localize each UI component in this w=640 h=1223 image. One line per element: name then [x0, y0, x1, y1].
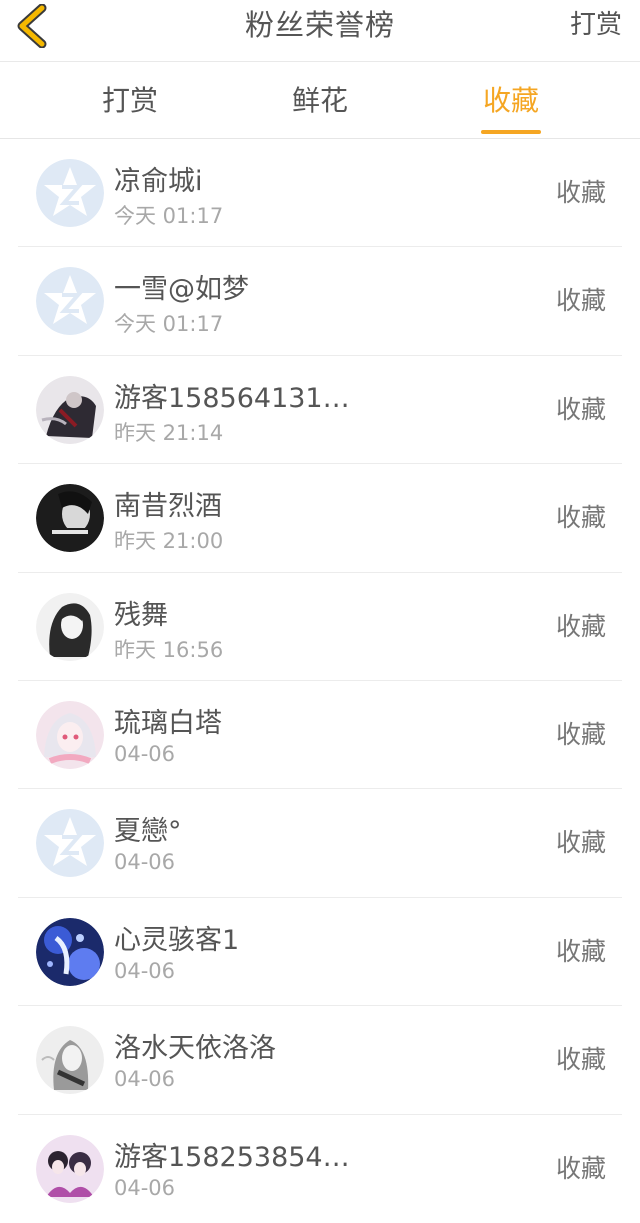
fan-name: 琉璃白塔 [114, 707, 222, 739]
fan-name: 南昔烈酒 [114, 491, 222, 523]
fan-name: 游客158253854… [114, 1141, 350, 1173]
fan-action: 收藏 [555, 178, 606, 207]
pink-anime-avatar-icon [36, 700, 104, 769]
page-title: 粉丝荣誉榜 [244, 8, 395, 42]
avatar [36, 700, 104, 769]
list-item[interactable]: 洛水天依洛洛 04-06 收藏 [18, 1006, 622, 1115]
fan-action: 收藏 [555, 828, 606, 858]
avatar [36, 375, 104, 444]
list-item[interactable]: 游客158564131… 昨天 21:14 收藏 [18, 356, 622, 465]
fan-list: 凉俞城i 今天 01:17 收藏 一雪@如梦 今天 01:17 收藏 游客158… [0, 139, 640, 1223]
tab-collect[interactable]: 收藏 [466, 62, 556, 138]
list-item[interactable]: 夏戀° 04-06 收藏 [18, 789, 622, 898]
fan-name: 洛水天依洛洛 [114, 1033, 276, 1065]
fan-name: 残舞 [114, 599, 168, 631]
fan-time: 04-06 [114, 958, 176, 983]
fan-time: 昨天 21:14 [114, 420, 224, 445]
fan-action: 收藏 [555, 611, 606, 641]
dark-figure-avatar-icon [36, 375, 104, 444]
sketch-girl-avatar-icon [36, 592, 104, 661]
avatar [36, 267, 104, 336]
list-item[interactable]: 残舞 昨天 16:56 收藏 [18, 573, 622, 681]
avatar [36, 592, 104, 661]
list-item[interactable]: 南昔烈酒 昨天 21:00 收藏 [18, 464, 622, 573]
list-item[interactable]: 凉俞城i 今天 01:17 收藏 [18, 139, 622, 248]
black-white-avatar-icon [36, 484, 104, 553]
avatar [36, 1134, 104, 1203]
fan-name: 凉俞城i [114, 166, 203, 197]
tab-reward[interactable]: 打赏 [85, 62, 175, 138]
fan-time: 04-06 [114, 741, 176, 766]
fan-action: 收藏 [555, 394, 606, 424]
list-item[interactable]: 琉璃白塔 04-06 收藏 [18, 681, 622, 790]
fan-action: 收藏 [555, 1153, 606, 1183]
default-avatar-icon [36, 809, 104, 878]
fan-action: 收藏 [555, 1045, 606, 1075]
avatar [36, 917, 104, 986]
default-avatar-icon [36, 159, 104, 227]
fan-time: 今天 01:17 [114, 204, 224, 228]
fan-action: 收藏 [555, 286, 606, 316]
fan-name: 心灵骇客1 [114, 924, 240, 956]
fan-time: 04-06 [114, 1175, 176, 1200]
avatar [36, 159, 104, 227]
avatar [36, 1026, 104, 1095]
list-item[interactable]: 一雪@如梦 今天 01:17 收藏 [18, 247, 622, 356]
list-item[interactable]: 心灵骇客1 04-06 收藏 [18, 898, 622, 1007]
tab-flowers[interactable]: 鲜花 [275, 62, 365, 138]
reward-link[interactable]: 打赏 [570, 0, 622, 50]
fan-name: 一雪@如梦 [114, 274, 249, 306]
fan-action: 收藏 [555, 503, 606, 533]
avatar [36, 484, 104, 553]
fan-time: 04-06 [114, 1067, 176, 1092]
top-navigation-bar: 粉丝荣誉榜 打赏 [0, 0, 640, 62]
list-item[interactable]: 游客158253854… 04-06 收藏 [18, 1115, 622, 1223]
fan-time: 04-06 [114, 850, 176, 875]
active-tab-indicator [481, 130, 541, 134]
fan-time: 今天 01:17 [114, 312, 224, 337]
fan-time: 昨天 16:56 [114, 637, 224, 662]
fan-action: 收藏 [555, 719, 606, 749]
purple-anime-avatar-icon [36, 1134, 104, 1203]
fan-name: 夏戀° [114, 816, 182, 848]
blue-anime-avatar-icon [36, 917, 104, 986]
grey-anime-avatar-icon [36, 1026, 104, 1095]
fan-time: 昨天 21:00 [114, 529, 224, 554]
default-avatar-icon [36, 267, 104, 336]
fan-action: 收藏 [555, 936, 606, 966]
category-tabs: 打赏 鲜花 收藏 [0, 62, 640, 139]
avatar [36, 809, 104, 878]
fan-name: 游客158564131… [114, 382, 350, 414]
